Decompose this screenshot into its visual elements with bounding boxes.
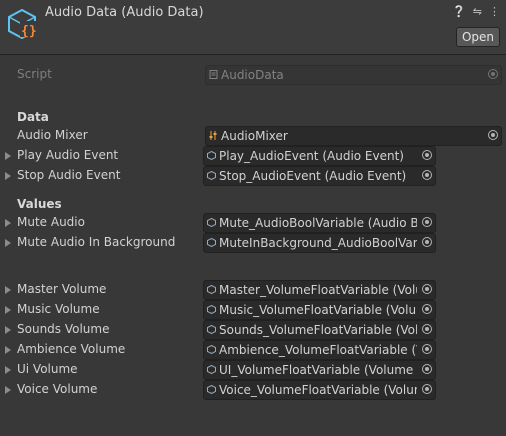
voice-volume-field[interactable]: Voice_VolumeFloatVariable (Volum xyxy=(203,380,436,400)
scriptable-object-icon xyxy=(207,345,216,354)
master-volume-label[interactable]: Master Volume xyxy=(17,282,106,296)
play-audio-event-label[interactable]: Play Audio Event xyxy=(17,148,118,162)
voice-volume-label[interactable]: Voice Volume xyxy=(17,382,97,396)
foldout-arrow-icon[interactable] xyxy=(5,152,11,160)
section-data: Data xyxy=(17,110,49,124)
ambience-volume-value: Ambience_VolumeFloatVariable (Vo xyxy=(219,343,417,357)
script-field: AudioData xyxy=(205,65,502,85)
help-icon[interactable]: ❔ xyxy=(452,5,466,19)
object-picker-icon[interactable] xyxy=(422,284,432,294)
play-audio-event-field[interactable]: Play_AudioEvent (Audio Event) xyxy=(203,146,436,166)
sounds-volume-label[interactable]: Sounds Volume xyxy=(17,322,109,336)
audio-mixer-icon xyxy=(209,131,217,140)
header-icons: ❔ ⇋ ⋮ xyxy=(452,5,500,19)
foldout-arrow-icon[interactable] xyxy=(5,239,11,247)
ui-volume-field[interactable]: UI_VolumeFloatVariable (Volume Fl xyxy=(203,360,436,380)
object-picker-icon[interactable] xyxy=(422,384,432,394)
ui-volume-value: UI_VolumeFloatVariable (Volume Fl xyxy=(219,363,417,377)
object-picker-icon[interactable] xyxy=(488,130,498,140)
ui-volume-label[interactable]: Ui Volume xyxy=(17,362,78,376)
foldout-arrow-icon[interactable] xyxy=(5,386,11,394)
ui-volume-row: Ui Volume UI_VolumeFloatVariable (Volume… xyxy=(0,360,506,380)
voice-volume-value: Voice_VolumeFloatVariable (Volum xyxy=(219,383,417,397)
preset-icon[interactable]: ⇋ xyxy=(473,5,482,19)
foldout-arrow-icon[interactable] xyxy=(5,286,11,294)
scriptable-object-icon xyxy=(207,365,216,374)
music-volume-value: Music_VolumeFloatVariable (Volum xyxy=(219,303,417,317)
object-picker-icon[interactable] xyxy=(422,170,432,180)
music-volume-field[interactable]: Music_VolumeFloatVariable (Volum xyxy=(203,300,436,320)
mute-audio-row: Mute Audio Mute_AudioBoolVariable (Audio… xyxy=(0,213,506,233)
master-volume-value: Master_VolumeFloatVariable (Volum xyxy=(219,283,417,297)
play-audio-event-value: Play_AudioEvent (Audio Event) xyxy=(219,149,404,163)
scriptable-object-icon xyxy=(207,285,216,294)
scriptable-object-icon xyxy=(207,325,216,334)
foldout-arrow-icon[interactable] xyxy=(5,326,11,334)
more-icon[interactable]: ⋮ xyxy=(489,5,500,19)
object-picker-icon[interactable] xyxy=(422,237,432,247)
scriptable-object-icon: {} xyxy=(8,8,38,40)
stop-audio-event-value: Stop_AudioEvent (Audio Event) xyxy=(219,169,407,183)
inspector-header: {} Audio Data (Audio Data) ❔ ⇋ ⋮ Open xyxy=(0,0,506,55)
open-button[interactable]: Open xyxy=(456,27,500,47)
mute-audio-in-background-row: Mute Audio In Background MuteInBackgroun… xyxy=(0,233,506,253)
script-label: Script xyxy=(17,67,52,81)
music-volume-label[interactable]: Music Volume xyxy=(17,302,100,316)
mute-audio-in-background-field[interactable]: MuteInBackground_AudioBoolVaria xyxy=(203,233,436,253)
mute-audio-field[interactable]: Mute_AudioBoolVariable (Audio Boo xyxy=(203,213,436,233)
object-picker-icon[interactable] xyxy=(422,217,432,227)
section-values: Values xyxy=(17,197,62,211)
foldout-arrow-icon[interactable] xyxy=(5,172,11,180)
scriptable-object-icon xyxy=(207,171,216,180)
foldout-arrow-icon[interactable] xyxy=(5,306,11,314)
object-picker-icon[interactable] xyxy=(422,150,432,160)
mute-audio-label[interactable]: Mute Audio xyxy=(17,215,85,229)
sounds-volume-row: Sounds Volume Sounds_VolumeFloatVariable… xyxy=(0,320,506,340)
scriptable-object-icon xyxy=(207,238,216,247)
script-value: AudioData xyxy=(221,68,284,82)
sounds-volume-value: Sounds_VolumeFloatVariable (Volu xyxy=(219,323,417,337)
object-picker-icon xyxy=(488,69,498,79)
object-picker-icon[interactable] xyxy=(422,344,432,354)
audio-mixer-field[interactable]: AudioMixer xyxy=(205,126,502,146)
audio-mixer-row: Audio Mixer AudioMixer xyxy=(0,126,506,146)
stop-audio-event-field[interactable]: Stop_AudioEvent (Audio Event) xyxy=(203,166,436,186)
scriptable-object-icon xyxy=(207,305,216,314)
mute-audio-value: Mute_AudioBoolVariable (Audio Boo xyxy=(219,216,417,230)
object-picker-icon[interactable] xyxy=(422,364,432,374)
scriptable-object-icon xyxy=(207,218,216,227)
audio-mixer-value: AudioMixer xyxy=(221,129,288,143)
master-volume-field[interactable]: Master_VolumeFloatVariable (Volum xyxy=(203,280,436,300)
master-volume-row: Master Volume Master_VolumeFloatVariable… xyxy=(0,280,506,300)
mute-audio-in-background-label[interactable]: Mute Audio In Background xyxy=(17,235,175,249)
foldout-arrow-icon[interactable] xyxy=(5,219,11,227)
mute-audio-in-background-value: MuteInBackground_AudioBoolVaria xyxy=(219,236,417,250)
music-volume-row: Music Volume Music_VolumeFloatVariable (… xyxy=(0,300,506,320)
scriptable-object-icon xyxy=(207,385,216,394)
object-picker-icon[interactable] xyxy=(422,304,432,314)
stop-audio-event-label[interactable]: Stop Audio Event xyxy=(17,168,120,182)
ambience-volume-field[interactable]: Ambience_VolumeFloatVariable (Vo xyxy=(203,340,436,360)
foldout-arrow-icon[interactable] xyxy=(5,346,11,354)
scriptable-object-icon xyxy=(207,151,216,160)
object-picker-icon[interactable] xyxy=(422,324,432,334)
sounds-volume-field[interactable]: Sounds_VolumeFloatVariable (Volu xyxy=(203,320,436,340)
play-audio-event-row: Play Audio Event Play_AudioEvent (Audio … xyxy=(0,146,506,166)
inspector-title: Audio Data (Audio Data) xyxy=(45,5,204,20)
ambience-volume-label[interactable]: Ambience Volume xyxy=(17,342,125,356)
foldout-arrow-icon[interactable] xyxy=(5,366,11,374)
script-file-icon xyxy=(209,70,218,79)
svg-text:{}: {} xyxy=(21,24,37,39)
script-row: Script AudioData xyxy=(0,65,506,85)
voice-volume-row: Voice Volume Voice_VolumeFloatVariable (… xyxy=(0,380,506,400)
ambience-volume-row: Ambience Volume Ambience_VolumeFloatVari… xyxy=(0,340,506,360)
stop-audio-event-row: Stop Audio Event Stop_AudioEvent (Audio … xyxy=(0,166,506,186)
audio-mixer-label: Audio Mixer xyxy=(17,128,88,142)
